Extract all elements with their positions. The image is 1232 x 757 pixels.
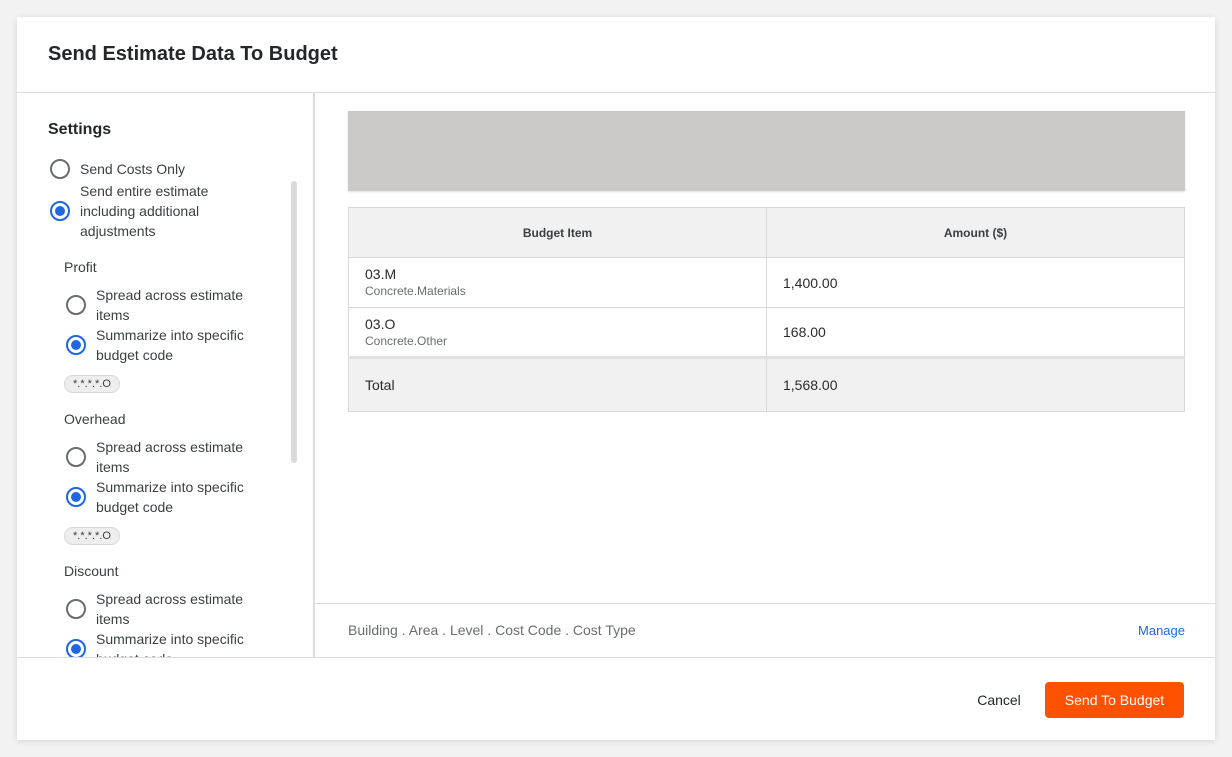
- overhead-title: Overhead: [64, 411, 126, 427]
- send-costs-only-label: Send Costs Only: [80, 161, 186, 177]
- total-label: Total: [348, 356, 767, 412]
- budget-item-description: Concrete.Other: [365, 333, 448, 348]
- overhead-spread-option[interactable]: Spread across estimate items: [66, 437, 266, 477]
- profit-spread-option[interactable]: Spread across estimate items: [66, 285, 266, 325]
- overhead-summarize-option[interactable]: Summarize into specific budget code: [66, 477, 266, 517]
- amount-cell: 1,400.00: [766, 257, 1185, 308]
- discount-spread-label: Spread across estimate items: [96, 591, 244, 627]
- discount-summarize-option[interactable]: Summarize into specific budget code: [66, 629, 266, 657]
- budget-item-cell: 03.M Concrete.Materials: [348, 257, 767, 308]
- breakdown-bar: Building . Area . Level . Cost Code . Co…: [315, 603, 1215, 657]
- modal-header: Send Estimate Data To Budget: [17, 17, 1215, 93]
- profit-budget-code[interactable]: *.*.*.*.O: [64, 375, 120, 393]
- modal-body: Settings Send Costs Only Send entire est…: [17, 93, 1215, 657]
- profit-summarize-label: Summarize into specific budget code: [96, 327, 244, 363]
- send-entire-estimate-option[interactable]: Send entire estimate including additiona…: [50, 181, 250, 241]
- budget-preview: Budget Item Amount ($) 03.M Concrete.Mat…: [315, 93, 1215, 657]
- budget-item-code: 03.O: [365, 315, 396, 332]
- amount-cell: 168.00: [766, 307, 1185, 358]
- total-row: Total 1,568.00: [348, 356, 1185, 412]
- budget-table: Budget Item Amount ($) 03.M Concrete.Mat…: [348, 207, 1185, 412]
- overhead-summarize-label: Summarize into specific budget code: [96, 479, 244, 515]
- radio-unchecked-icon[interactable]: [66, 447, 86, 467]
- radio-unchecked-icon[interactable]: [50, 159, 70, 179]
- send-costs-only-option[interactable]: Send Costs Only: [50, 159, 250, 179]
- total-amount: 1,568.00: [766, 356, 1185, 412]
- discount-title: Discount: [64, 563, 119, 579]
- preview-banner: [348, 111, 1185, 191]
- profit-spread-label: Spread across estimate items: [96, 287, 244, 323]
- radio-checked-icon[interactable]: [66, 487, 86, 507]
- send-entire-estimate-label: Send entire estimate including additiona…: [80, 183, 209, 239]
- budget-item-description: Concrete.Materials: [365, 284, 466, 298]
- table-header-row: Budget Item Amount ($): [348, 207, 1185, 258]
- profit-title: Profit: [64, 259, 97, 275]
- table-row: 03.M Concrete.Materials 1,400.00: [348, 257, 1185, 308]
- cancel-button[interactable]: Cancel: [959, 682, 1039, 718]
- overhead-spread-label: Spread across estimate items: [96, 439, 244, 475]
- radio-checked-icon[interactable]: [66, 335, 86, 355]
- discount-summarize-label: Summarize into specific budget code: [96, 631, 244, 657]
- modal-footer: Cancel Send To Budget: [17, 657, 1215, 740]
- radio-unchecked-icon[interactable]: [66, 599, 86, 619]
- settings-title: Settings: [48, 121, 112, 138]
- settings-panel[interactable]: Settings Send Costs Only Send entire est…: [17, 93, 315, 657]
- modal-title: Send Estimate Data To Budget: [48, 43, 338, 65]
- table-row: 03.O Concrete.Other 168.00: [348, 307, 1185, 358]
- radio-checked-icon[interactable]: [50, 201, 70, 221]
- budget-item-cell: 03.O Concrete.Other: [348, 307, 767, 358]
- settings-scrollbar[interactable]: [291, 181, 297, 463]
- send-to-budget-button[interactable]: Send To Budget: [1045, 682, 1184, 718]
- overhead-budget-code[interactable]: *.*.*.*.O: [64, 527, 120, 545]
- profit-summarize-option[interactable]: Summarize into specific budget code: [66, 325, 266, 365]
- amount-header: Amount ($): [766, 207, 1185, 258]
- budget-breakdown: Building . Area . Level . Cost Code . Co…: [348, 622, 636, 638]
- budget-item-header: Budget Item: [348, 207, 767, 258]
- radio-checked-icon[interactable]: [66, 639, 86, 657]
- radio-unchecked-icon[interactable]: [66, 295, 86, 315]
- manage-link[interactable]: Manage: [1138, 623, 1185, 638]
- send-to-budget-modal: Send Estimate Data To Budget Settings Se…: [17, 17, 1215, 740]
- discount-spread-option[interactable]: Spread across estimate items: [66, 589, 266, 629]
- budget-item-code: 03.M: [365, 266, 397, 282]
